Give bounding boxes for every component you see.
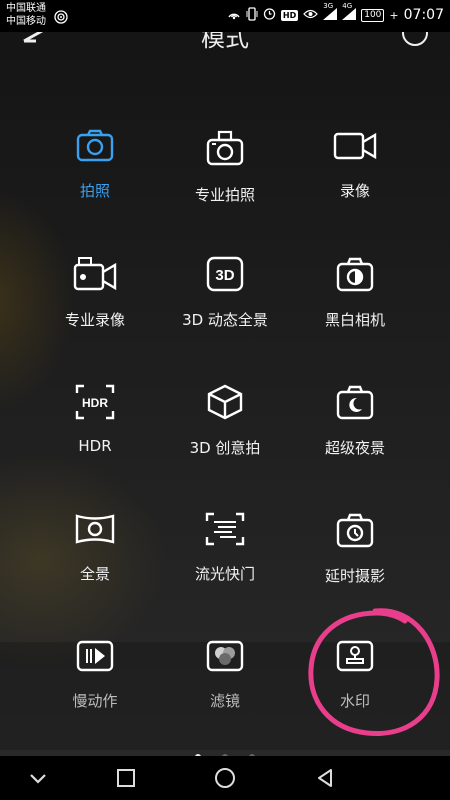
mode-time-lapse[interactable]: 延时摄影 <box>280 511 430 586</box>
pro-camera-icon <box>206 130 244 166</box>
light-painting-icon <box>205 512 245 546</box>
monochrome-icon <box>336 257 374 292</box>
mode-label: 拍照 <box>79 182 110 200</box>
battery-indicator: 100 <box>361 8 385 22</box>
mode-monochrome[interactable]: 黑白相机 <box>280 255 430 330</box>
mode-label: HDR <box>78 437 112 455</box>
status-bar: 中国联通 中国移动 HD 3G 4G 100 + 07:07 <box>0 0 450 32</box>
3d-glyph: 3D <box>215 267 234 284</box>
mode-slow-motion[interactable]: 慢动作 <box>20 638 170 711</box>
vibrate-icon <box>246 6 258 24</box>
carrier-2: 中国移动 <box>6 16 46 27</box>
watermark-icon <box>336 640 374 672</box>
recents-icon[interactable] <box>114 766 138 790</box>
clock: 07:07 <box>403 7 444 23</box>
3d-panorama-icon: 3D <box>206 256 244 292</box>
carrier-1: 中国联通 <box>6 3 46 14</box>
mode-label: 延时摄影 <box>324 567 385 585</box>
signal-3g-label: 3G <box>323 2 334 10</box>
mode-filter[interactable]: 滤镜 <box>150 638 300 711</box>
mode-label: 水印 <box>339 692 370 710</box>
hotspot-icon <box>227 8 241 23</box>
mode-label: 流光快门 <box>194 565 255 583</box>
time-lapse-icon <box>336 513 374 548</box>
mode-panorama[interactable]: 全景 <box>20 511 170 584</box>
home-icon[interactable] <box>213 766 237 790</box>
panorama-icon <box>75 514 115 544</box>
hdr-icon: HDR <box>75 384 115 420</box>
3d-cube-icon <box>207 384 243 420</box>
signal-4g-icon: 4G <box>342 2 357 22</box>
mode-3d-panorama[interactable]: 3D 3D 动态全景 <box>150 255 300 330</box>
status-icons: HD 3G 4G 100 + 07:07 <box>227 2 444 25</box>
mode-header: 模式 <box>0 20 450 60</box>
pro-video-icon <box>73 257 117 291</box>
mode-label: 滤镜 <box>209 692 240 710</box>
mode-super-night[interactable]: 超级夜景 <box>280 383 430 458</box>
mode-watermark[interactable]: 水印 <box>280 638 430 711</box>
mode-label: 3D 动态全景 <box>182 311 268 329</box>
mode-video[interactable]: 录像 <box>280 128 430 201</box>
mode-pro-video[interactable]: 专业录像 <box>20 255 170 330</box>
video-camera-icon <box>333 132 377 160</box>
mode-light-painting[interactable]: 流光快门 <box>150 511 300 584</box>
mode-photo[interactable]: 拍照 <box>20 128 170 201</box>
hd-badge: HD <box>280 9 299 21</box>
mode-label: 黑白相机 <box>324 311 385 329</box>
mode-label: 全景 <box>79 565 110 583</box>
mode-label: 慢动作 <box>72 692 118 710</box>
mode-label: 录像 <box>339 182 370 200</box>
signal-3g-icon: 3G <box>323 2 338 22</box>
mode-label: 3D 创意拍 <box>189 439 261 457</box>
charging-indicator: + <box>389 8 399 22</box>
wifi-icon <box>54 9 68 28</box>
filter-icon <box>206 640 244 672</box>
signal-4g-label: 4G <box>342 2 353 10</box>
carrier-info: 中国联通 中国移动 <box>6 2 46 28</box>
camera-icon <box>76 129 114 162</box>
mode-hdr[interactable]: HDR HDR <box>20 383 170 455</box>
mode-3d-creative[interactable]: 3D 创意拍 <box>150 383 300 458</box>
navigation-bar <box>0 756 450 800</box>
alarm-icon <box>263 7 276 23</box>
eye-icon <box>303 9 319 22</box>
mode-pro-photo[interactable]: 专业拍照 <box>150 128 300 205</box>
mode-label: 专业录像 <box>64 311 125 329</box>
mode-label: 超级夜景 <box>324 439 385 457</box>
back-icon[interactable] <box>313 766 337 790</box>
night-mode-icon <box>336 385 374 420</box>
mode-label: 专业拍照 <box>194 186 255 204</box>
slow-motion-icon <box>76 640 114 672</box>
collapse-chevron-icon[interactable] <box>26 766 50 790</box>
hdr-glyph: HDR <box>82 396 108 410</box>
